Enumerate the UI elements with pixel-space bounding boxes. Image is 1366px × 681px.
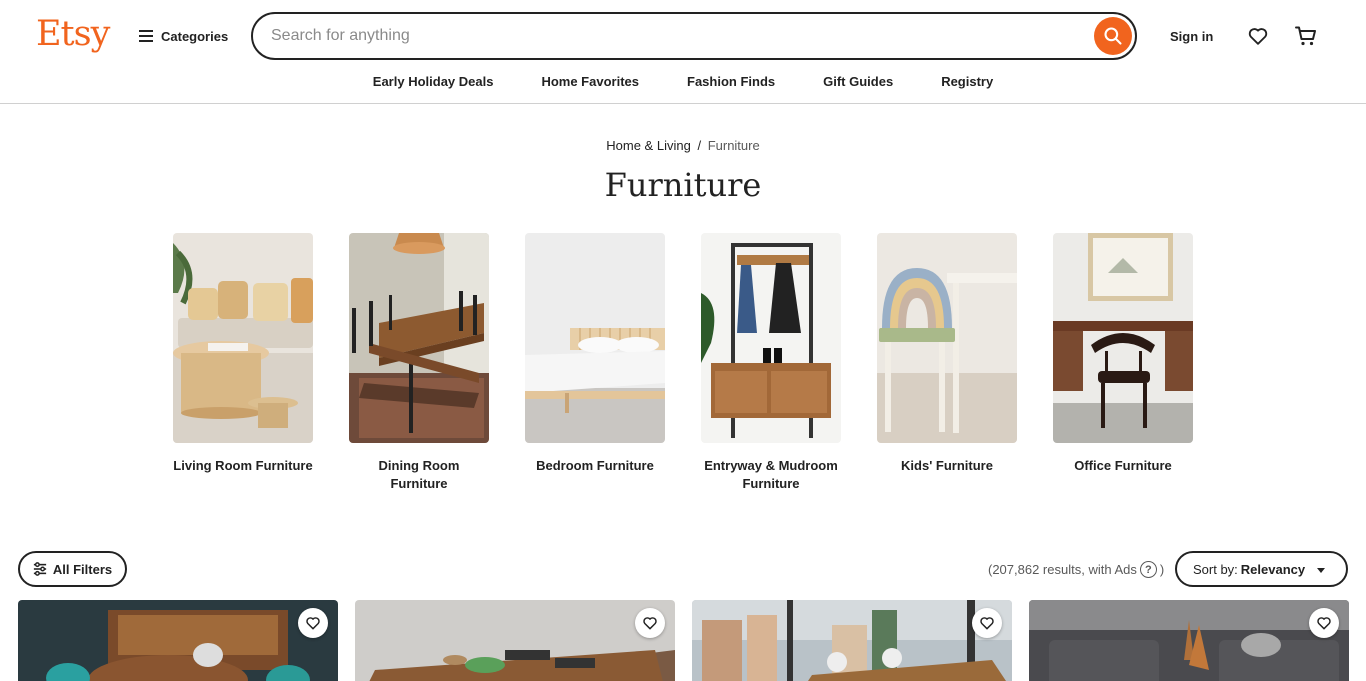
- listing-favorite-button[interactable]: [635, 608, 665, 638]
- favorites-button[interactable]: [1240, 18, 1276, 54]
- sign-in-link[interactable]: Sign in: [1162, 22, 1221, 50]
- listing-image: [692, 600, 1012, 681]
- category-tiles: Living Room Furniture Dining Room Furnit…: [173, 233, 1193, 493]
- category-label: Kids' Furniture: [901, 458, 993, 473]
- listing-image: [18, 600, 338, 681]
- listing-grid: [18, 600, 1349, 681]
- etsy-logo[interactable]: Etsy: [36, 14, 110, 54]
- listing-card[interactable]: [692, 600, 1012, 681]
- sort-prefix: Sort by:: [1193, 561, 1238, 577]
- search-button[interactable]: [1094, 17, 1132, 55]
- listing-favorite-button[interactable]: [298, 608, 328, 638]
- nav-item-early-holiday-deals[interactable]: Early Holiday Deals: [349, 68, 518, 96]
- dining-room-image: [349, 233, 489, 443]
- caret-down-icon: [1317, 567, 1326, 573]
- category-kids[interactable]: Kids' Furniture: [877, 233, 1017, 493]
- breadcrumb-separator: /: [697, 138, 702, 153]
- heart-icon: [1317, 617, 1331, 630]
- sort-value: Relevancy: [1240, 561, 1306, 577]
- breadcrumb-current: Furniture: [707, 138, 760, 153]
- search-icon: [1104, 27, 1122, 45]
- filter-sliders-icon: [33, 562, 46, 576]
- breadcrumb: Home & Living / Furniture: [0, 138, 1366, 153]
- nav-item-fashion-finds[interactable]: Fashion Finds: [663, 68, 799, 96]
- listing-favorite-button[interactable]: [1309, 608, 1339, 638]
- nav-item-gift-guides[interactable]: Gift Guides: [799, 68, 917, 96]
- search-input[interactable]: [271, 14, 1094, 58]
- results-count: (207,862 results, with Ads ? ): [988, 561, 1164, 578]
- heart-icon: [643, 617, 657, 630]
- search-bar: [251, 12, 1137, 60]
- kids-image: [877, 233, 1017, 443]
- listing-image: [355, 600, 675, 681]
- nav-item-registry[interactable]: Registry: [917, 68, 1017, 96]
- cart-icon: [1295, 26, 1316, 46]
- living-room-image: [173, 233, 313, 443]
- listing-card[interactable]: [1029, 600, 1349, 681]
- category-label: Living Room Furniture: [173, 458, 313, 473]
- listing-card[interactable]: [18, 600, 338, 681]
- results-text: (207,862 results, with Ads: [988, 562, 1137, 577]
- page-title: Furniture: [604, 166, 762, 204]
- cart-button[interactable]: [1288, 18, 1324, 54]
- all-filters-button[interactable]: All Filters: [18, 551, 127, 587]
- category-label: Office Furniture: [1074, 458, 1172, 473]
- menu-icon: [139, 30, 153, 42]
- categories-label: Categories: [161, 28, 229, 44]
- office-image: [1053, 233, 1193, 443]
- main-nav: Early Holiday Deals Home Favorites Fashi…: [0, 68, 1366, 96]
- listing-card[interactable]: [355, 600, 675, 681]
- category-living-room[interactable]: Living Room Furniture: [173, 233, 313, 493]
- category-bedroom[interactable]: Bedroom Furniture: [525, 233, 665, 493]
- category-label: Entryway & Mudroom Furniture: [704, 458, 838, 491]
- listing-favorite-button[interactable]: [972, 608, 1002, 638]
- results-close: ): [1159, 562, 1165, 577]
- heart-icon: [980, 617, 994, 630]
- sort-dropdown[interactable]: Sort by: Relevancy: [1175, 551, 1348, 587]
- heart-icon: [1248, 28, 1268, 45]
- categories-button[interactable]: Categories: [131, 20, 236, 52]
- bedroom-image: [525, 233, 665, 443]
- category-office[interactable]: Office Furniture: [1053, 233, 1193, 493]
- heart-icon: [306, 617, 320, 630]
- listing-image: [1029, 600, 1349, 681]
- category-label: Dining Room Furniture: [378, 458, 460, 491]
- help-icon[interactable]: ?: [1139, 561, 1157, 578]
- breadcrumb-home-living[interactable]: Home & Living: [606, 138, 691, 153]
- category-entryway[interactable]: Entryway & Mudroom Furniture: [701, 233, 841, 493]
- site-header: Etsy Categories Sign in Early Holiday De…: [0, 0, 1366, 104]
- entryway-image: [701, 233, 841, 443]
- category-label: Bedroom Furniture: [536, 458, 654, 473]
- category-dining-room[interactable]: Dining Room Furniture: [349, 233, 489, 493]
- nav-item-home-favorites[interactable]: Home Favorites: [517, 68, 663, 96]
- all-filters-label: All Filters: [52, 561, 113, 577]
